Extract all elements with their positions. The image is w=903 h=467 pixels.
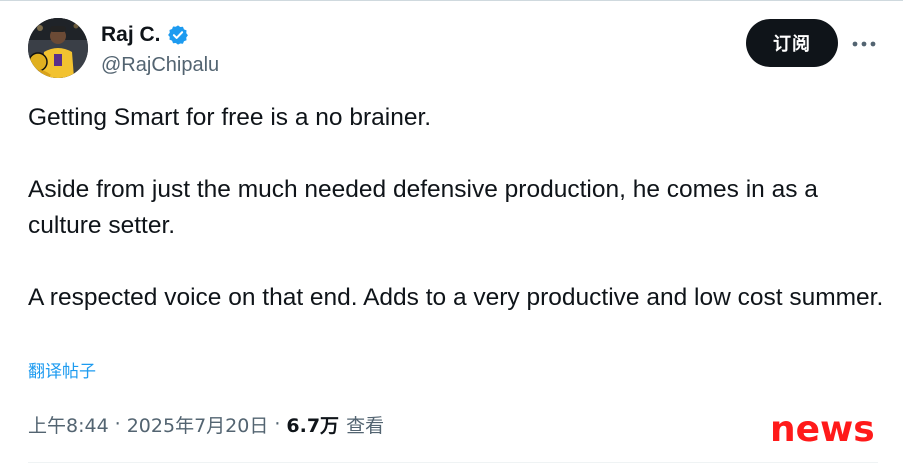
bottom-divider [28, 462, 878, 463]
post-date[interactable]: 2025年7月20日 [127, 411, 269, 438]
profile-photo-icon [28, 18, 88, 78]
top-divider [0, 0, 903, 1]
news-watermark: news [770, 409, 875, 450]
tweet-text: Getting Smart for free is a no brainer. … [28, 100, 888, 316]
author-handle[interactable]: @RajChipalu [101, 52, 219, 78]
author-display-name[interactable]: Raj C. [101, 21, 161, 49]
views-label: 查看 [346, 414, 385, 437]
post-time[interactable]: 上午8:44 [28, 411, 109, 438]
translate-post-link[interactable]: 翻译帖子 [28, 359, 96, 385]
tweet-paragraph-2: Aside from just the much needed defensiv… [28, 176, 818, 239]
more-horizontal-icon[interactable] [850, 33, 878, 55]
views-count: 6.7万 [286, 414, 340, 437]
tweet-paragraph-1: Getting Smart for free is a no brainer. [28, 104, 432, 131]
subscribe-button[interactable]: 订阅 [746, 19, 838, 67]
tweet-paragraph-3: A respected voice on that end. Adds to a… [28, 284, 884, 311]
avatar[interactable] [28, 18, 88, 78]
meta-separator: · [114, 413, 121, 435]
author-name-row[interactable]: Raj C. [101, 21, 189, 49]
tweet-meta: 上午8:44 · 2025年7月20日 · 6.7万 查看 [28, 408, 384, 440]
meta-separator: · [274, 413, 281, 435]
verified-badge-icon [167, 24, 189, 46]
